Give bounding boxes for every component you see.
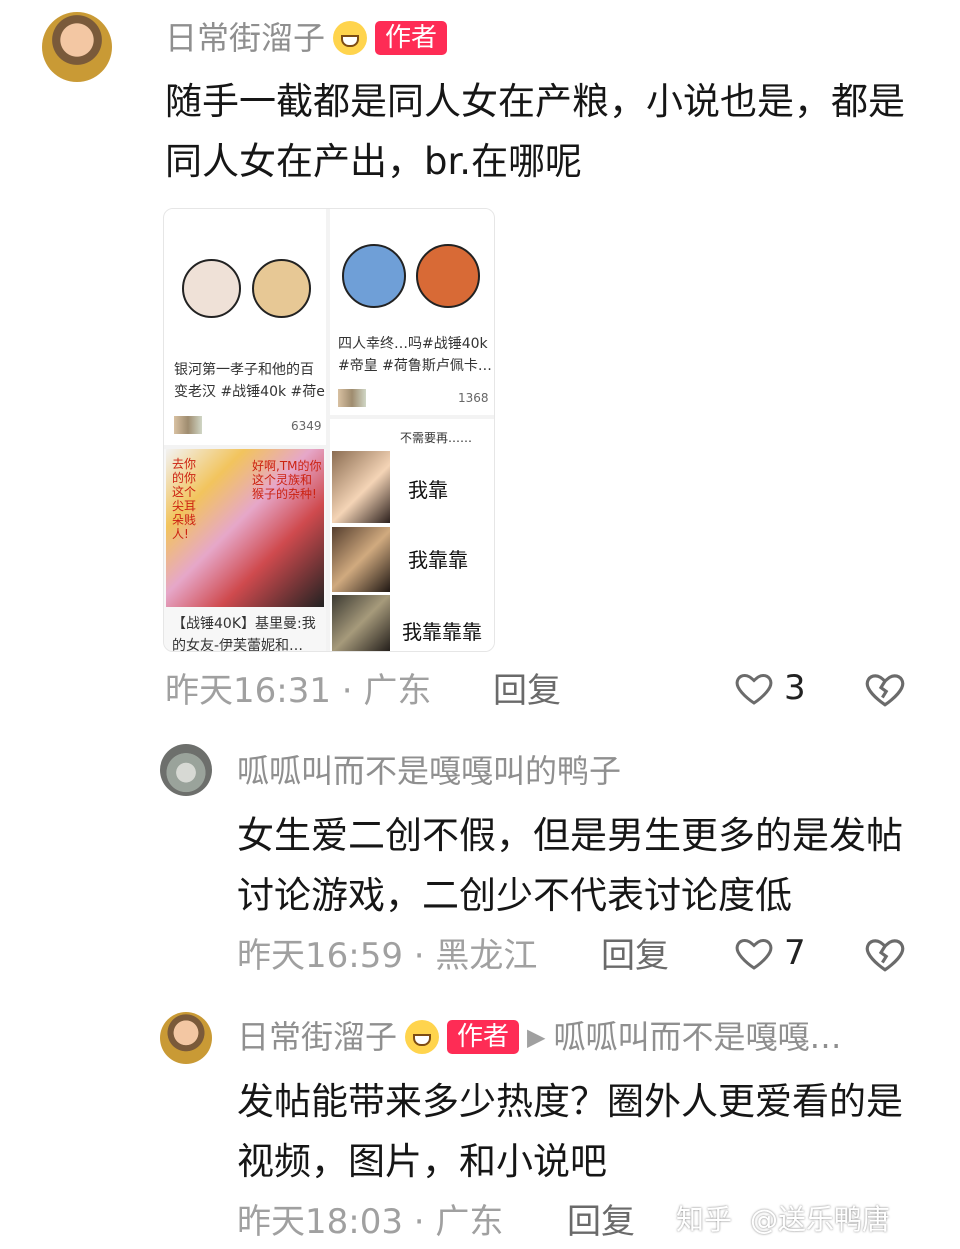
author-name[interactable]: 呱呱叫而不是嘎嘎叫的鸭子 — [237, 751, 621, 791]
zhihu-watermark: 知乎 — [676, 1203, 733, 1236]
broken-heart-icon — [865, 939, 905, 972]
comment-header: 日常街溜子 作者 — [165, 18, 448, 58]
timestamp: 昨天16:59 — [237, 936, 403, 976]
author-name[interactable]: 日常街溜子 — [165, 18, 325, 58]
comment-meta: 昨天16:59 · 黑龙江 回复 — [237, 936, 669, 976]
collage-post-2[interactable]: 四人幸终…吗#战锤40k #帝皇 #荷鲁斯卢佩卡… 1368 — [330, 209, 494, 415]
author-avatar-pixelated — [338, 389, 366, 407]
reply-arrow-icon: ▶ — [527, 1023, 546, 1051]
speech-bubble-right: 好啊,TM的你这个灵族和猴子的杂种! — [252, 459, 322, 501]
broken-heart-icon — [865, 674, 905, 707]
separator: · — [413, 1202, 436, 1242]
comment-meta: 昨天18:03 · 广东 回复 — [237, 1202, 635, 1242]
separator: · — [413, 936, 436, 976]
portrait-1 — [332, 451, 390, 523]
reply-button[interactable]: 回复 — [567, 1202, 635, 1242]
weibo-watermark: @送乐鸭唐 — [750, 1203, 891, 1236]
avatar[interactable] — [160, 1012, 212, 1064]
like-count: 1368 — [458, 391, 489, 405]
comment-header: 日常街溜子 作者 ▶ 呱呱叫而不是嘎嘎… — [237, 1017, 842, 1057]
character-avatar-left — [182, 259, 241, 318]
character-avatar-left — [342, 244, 406, 308]
character-avatar-right — [416, 244, 480, 308]
reaction-text-3: 我靠靠靠 — [402, 620, 482, 644]
like-count: 3 — [784, 668, 806, 708]
portrait-3 — [332, 595, 390, 651]
dislike-button[interactable] — [864, 933, 906, 979]
like-count: 6349 — [291, 419, 322, 433]
author-avatar-pixelated — [174, 416, 202, 434]
character-avatar-right — [252, 259, 311, 318]
comment-text: 随手一截都是同人女在产粮，小说也是，都是同人女在产出，br.在哪呢 — [165, 80, 905, 183]
post-caption-line-2: 的女友-伊芙蕾妮和… — [172, 638, 304, 651]
image-collage[interactable]: 银河第一孝子和他的百 变老汉 #战锤40k #荷e 6349 四人幸终…吗#战锤… — [163, 208, 495, 652]
location: 黑龙江 — [435, 936, 538, 976]
post-caption-line-2: #帝皇 #荷鲁斯卢佩卡… — [338, 358, 492, 374]
avatar[interactable] — [42, 12, 112, 82]
grinning-sweat-emoji-icon — [333, 21, 368, 55]
reaction-text-1: 我靠 — [408, 478, 448, 502]
watermark: 知乎 @送乐鸭唐 — [676, 1194, 956, 1242]
post-caption-line-1: 【战锤40K】基里曼:我 — [172, 616, 316, 632]
reply-button[interactable]: 回复 — [601, 936, 669, 976]
post-caption-line-1: 四人幸终…吗#战锤40k — [338, 336, 488, 352]
heart-icon — [735, 938, 773, 970]
collage-post-3[interactable]: 去你的你这个尖耳朵贱人! 好啊,TM的你这个灵族和猴子的杂种! 【战锤40K】基… — [164, 449, 326, 651]
grinning-sweat-emoji-icon — [405, 1020, 440, 1054]
dislike-button[interactable] — [864, 668, 906, 714]
author-name[interactable]: 日常街溜子 — [237, 1017, 397, 1057]
avatar[interactable] — [160, 744, 212, 796]
comment-text: 发帖能带来多少热度？圈外人更爱看的是视频，图片，和小说吧 — [237, 1080, 903, 1183]
speech-bubble-left: 去你的你这个尖耳朵贱人! — [172, 457, 197, 541]
portrait-2 — [332, 527, 390, 592]
like-button[interactable]: 7 — [734, 933, 806, 973]
comment-text: 女生爱二创不假，但是男生更多的是发帖讨论游戏，二创少不代表讨论度低 — [237, 814, 903, 917]
collage-post-1[interactable]: 银河第一孝子和他的百 变老汉 #战锤40k #荷e 6349 — [164, 209, 326, 445]
collage-post-4[interactable]: 不需要再…… 我靠 我靠靠 我靠靠靠 — [330, 419, 494, 651]
comment-meta: 昨天16:31 · 广东 回复 — [165, 671, 561, 711]
reaction-text-2: 我靠靠 — [408, 548, 468, 572]
timestamp: 昨天16:31 — [165, 671, 331, 711]
reply-target-name[interactable]: 呱呱叫而不是嘎嘎… — [554, 1017, 842, 1057]
post-caption-line-2: 变老汉 #战锤40k #荷e — [174, 384, 325, 400]
location: 广东 — [363, 671, 432, 711]
author-badge: 作者 — [375, 21, 448, 55]
reply-button[interactable]: 回复 — [493, 671, 561, 711]
location: 广东 — [435, 1202, 504, 1242]
like-count: 7 — [784, 933, 806, 973]
separator: · — [341, 671, 364, 711]
timestamp: 昨天18:03 — [237, 1202, 403, 1242]
heart-icon — [735, 673, 773, 705]
top-note: 不需要再…… — [400, 431, 473, 445]
like-button[interactable]: 3 — [734, 668, 806, 708]
post-caption-line-1: 银河第一孝子和他的百 — [174, 362, 314, 378]
author-badge: 作者 — [447, 1020, 520, 1054]
